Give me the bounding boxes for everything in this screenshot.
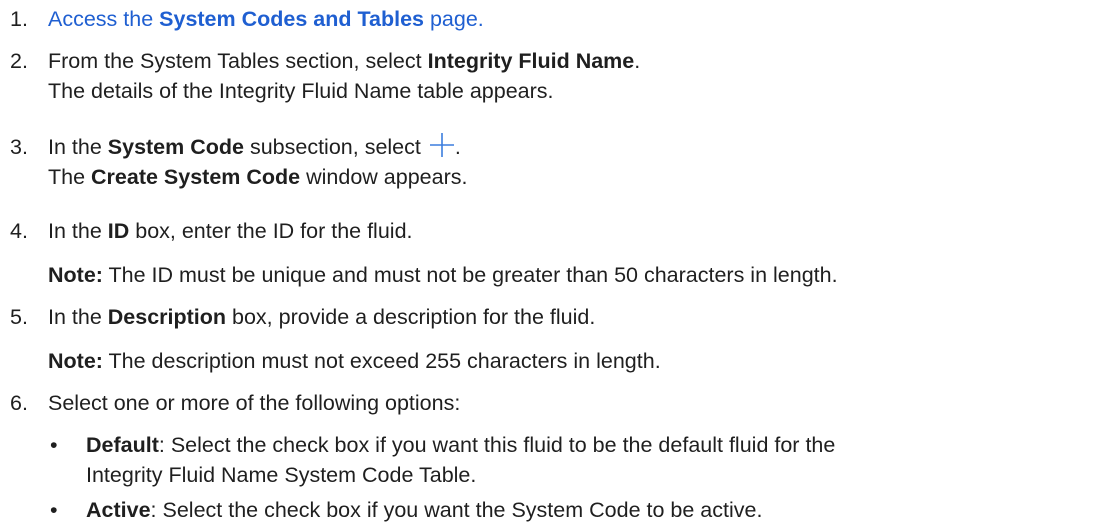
plus-icon (429, 133, 454, 157)
step-text: In the ID box, enter the ID for the flui… (48, 216, 413, 246)
option-text: Default: Select the check box if you wan… (86, 433, 836, 487)
step-3-pre: In the (48, 135, 108, 159)
option-label: Active (86, 498, 151, 522)
step-5-pre: In the (48, 305, 108, 329)
step-2-result: The details of the Integrity Fluid Name … (48, 79, 554, 103)
option-text: Active: Select the check box if you want… (86, 498, 763, 522)
step-text: In the System Code subsection, select . … (48, 132, 467, 192)
step-text: In the Description box, provide a descri… (48, 302, 595, 332)
note-label: Note: (48, 349, 103, 373)
note-label: Note: (48, 263, 103, 287)
step-2-bold: Integrity Fluid Name (427, 49, 635, 73)
note: Note: The ID must be unique and must not… (48, 260, 838, 290)
step-number: 3. (10, 135, 28, 159)
step-number: 5. (10, 305, 28, 329)
step-3-result: The Create System Code window appears. (48, 165, 468, 189)
procedure-document: 1. Access the System Codes and Tables pa… (0, 0, 1096, 525)
step-1-post-link[interactable]: page. (424, 7, 484, 31)
system-codes-and-tables-link[interactable]: System Codes and Tables (159, 7, 424, 31)
step-1-pre-link[interactable]: Access the (48, 7, 159, 31)
step-number: 6. (10, 391, 28, 415)
note-text: The description must not exceed 255 char… (102, 349, 661, 373)
step-4-pre: In the (48, 219, 108, 243)
step-5-post: box, provide a description for the fluid… (226, 305, 596, 329)
bullet-icon: • (50, 433, 58, 457)
step-text: Select one or more of the following opti… (48, 391, 461, 415)
step-2-pre: From the System Tables section, select (48, 49, 428, 73)
step-4-post: box, enter the ID for the fluid. (129, 219, 413, 243)
step-2-post: . (634, 49, 641, 73)
step-number: 4. (10, 219, 28, 243)
step-4-bold: ID (107, 219, 130, 243)
step-number: 2. (10, 49, 28, 73)
step-3-bold: System Code (107, 135, 244, 159)
bullet-icon: • (50, 498, 58, 522)
step-5-bold: Description (107, 305, 227, 329)
option-label: Default (86, 433, 159, 457)
step-text: From the System Tables section, select I… (48, 46, 640, 106)
step-3-mid: subsection, select (243, 135, 427, 159)
step-3-post: . (454, 135, 461, 159)
step-number: 1. (10, 7, 28, 31)
note: Note: The description must not exceed 25… (48, 346, 661, 376)
step-text: Access the System Codes and Tables page. (48, 4, 484, 34)
note-text: The ID must be unique and must not be gr… (102, 263, 838, 287)
